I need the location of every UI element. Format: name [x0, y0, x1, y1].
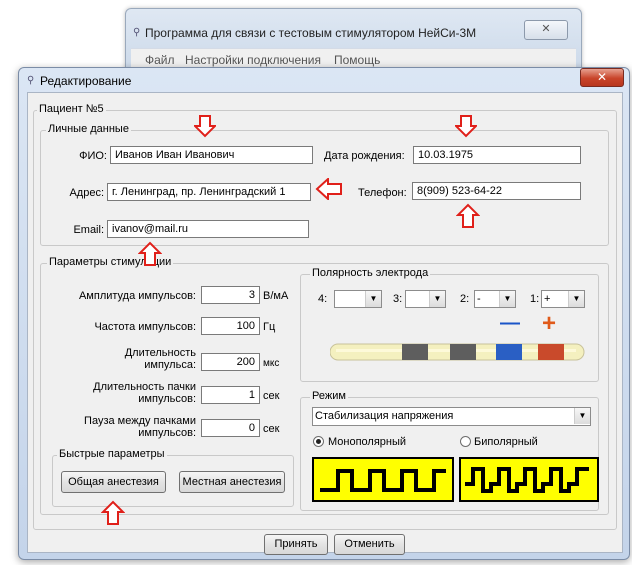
duration-unit: мкс: [263, 358, 280, 369]
contact-2-select[interactable]: - ▼: [474, 290, 516, 308]
amplitude-unit: В/мА: [263, 290, 289, 302]
annotation-arrow-left-icon: [315, 178, 342, 200]
plus-sign: +: [541, 310, 556, 337]
amplitude-field[interactable]: 3: [201, 286, 260, 304]
monopolar-radio[interactable]: [313, 436, 324, 447]
quick-params-label: Быстрые параметры: [57, 448, 167, 461]
polarity-label: Полярность электрода: [310, 267, 431, 280]
frequency-unit: Гц: [263, 321, 276, 333]
birth-date-field[interactable]: 10.03.1975: [413, 146, 581, 164]
contact-2-label: 2:: [460, 293, 470, 305]
contact-3-label: 3:: [393, 293, 403, 305]
monopolar-waveform-icon[interactable]: [312, 457, 454, 502]
phone-field[interactable]: 8(909) 523-64-22: [412, 182, 581, 200]
dialog-title: Редактирование: [40, 74, 132, 88]
background-window-title: Программа для связи с тестовым стимулято…: [145, 26, 477, 40]
dialog-close-button[interactable]: ✕: [580, 68, 624, 87]
fio-field[interactable]: Иванов Иван Иванович: [110, 146, 313, 164]
monopolar-label: Монополярный: [328, 436, 407, 448]
minus-sign: —: [500, 312, 520, 334]
contact-4-label: 4:: [318, 293, 328, 305]
patient-group-label: Пациент №5: [37, 103, 106, 116]
contact-4-select[interactable]: ▼: [334, 290, 382, 308]
email-label: Email:: [73, 224, 104, 236]
contact-1-select[interactable]: + ▼: [541, 290, 585, 308]
menu-file[interactable]: Файл: [145, 53, 175, 67]
chevron-down-icon: ▼: [429, 291, 445, 307]
cancel-button[interactable]: Отменить: [334, 534, 405, 555]
duration-label-line2: импульса:: [144, 359, 196, 371]
amplitude-label: Амплитуда импульсов:: [78, 290, 196, 302]
chevron-down-icon: ▼: [365, 291, 381, 307]
pause-unit: сек: [263, 423, 280, 435]
burst-label-line2: импульсов:: [138, 393, 196, 405]
dialog-icon: ⚲: [27, 75, 35, 86]
chevron-down-icon: ▼: [568, 291, 584, 307]
background-close-button[interactable]: ✕: [524, 20, 568, 40]
personal-data-label: Личные данные: [46, 123, 131, 136]
bipolar-label: Биполярный: [474, 436, 538, 448]
bipolar-radio[interactable]: [460, 436, 471, 447]
electrode-icon: [330, 343, 585, 361]
pause-field[interactable]: 0: [201, 419, 260, 437]
mode-select[interactable]: Стабилизация напряжения ▼: [312, 407, 591, 426]
address-field[interactable]: г. Ленинград, пр. Ленинградский 1: [107, 183, 311, 201]
frequency-label: Частота импульсов:: [94, 321, 196, 333]
annotation-arrow-up-icon: [101, 500, 125, 525]
accept-button[interactable]: Принять: [264, 534, 328, 555]
local-anesthesia-button[interactable]: Местная анестезия: [179, 471, 285, 493]
contact-3-select[interactable]: ▼: [405, 290, 446, 308]
mode-label: Режим: [310, 390, 348, 403]
annotation-arrow-up-icon: [456, 203, 480, 228]
address-label: Адрес:: [69, 187, 104, 199]
general-anesthesia-button[interactable]: Общая анестезия: [61, 471, 166, 493]
email-field[interactable]: ivanov@mail.ru: [107, 220, 309, 238]
menu-help[interactable]: Помощь: [334, 53, 380, 67]
chevron-down-icon: ▼: [499, 291, 515, 307]
fio-label: ФИО:: [79, 150, 107, 162]
annotation-arrow-down-icon: [194, 115, 216, 138]
birth-date-label: Дата рождения:: [324, 150, 405, 162]
burst-field[interactable]: 1: [201, 386, 260, 404]
menu-connection-settings[interactable]: Настройки подключения: [185, 53, 321, 67]
annotation-arrow-down-icon: [455, 115, 477, 138]
burst-unit: сек: [263, 390, 280, 402]
contact-1-label: 1:: [530, 293, 540, 305]
phone-label: Телефон:: [358, 187, 407, 199]
duration-field[interactable]: 200: [201, 353, 260, 371]
bipolar-waveform-icon[interactable]: [459, 457, 599, 502]
app-icon: ⚲: [133, 27, 141, 38]
annotation-arrow-up-icon: [138, 241, 162, 266]
frequency-field[interactable]: 100: [201, 317, 260, 335]
pause-label-line2: импульсов:: [138, 427, 196, 439]
chevron-down-icon: ▼: [574, 408, 590, 424]
